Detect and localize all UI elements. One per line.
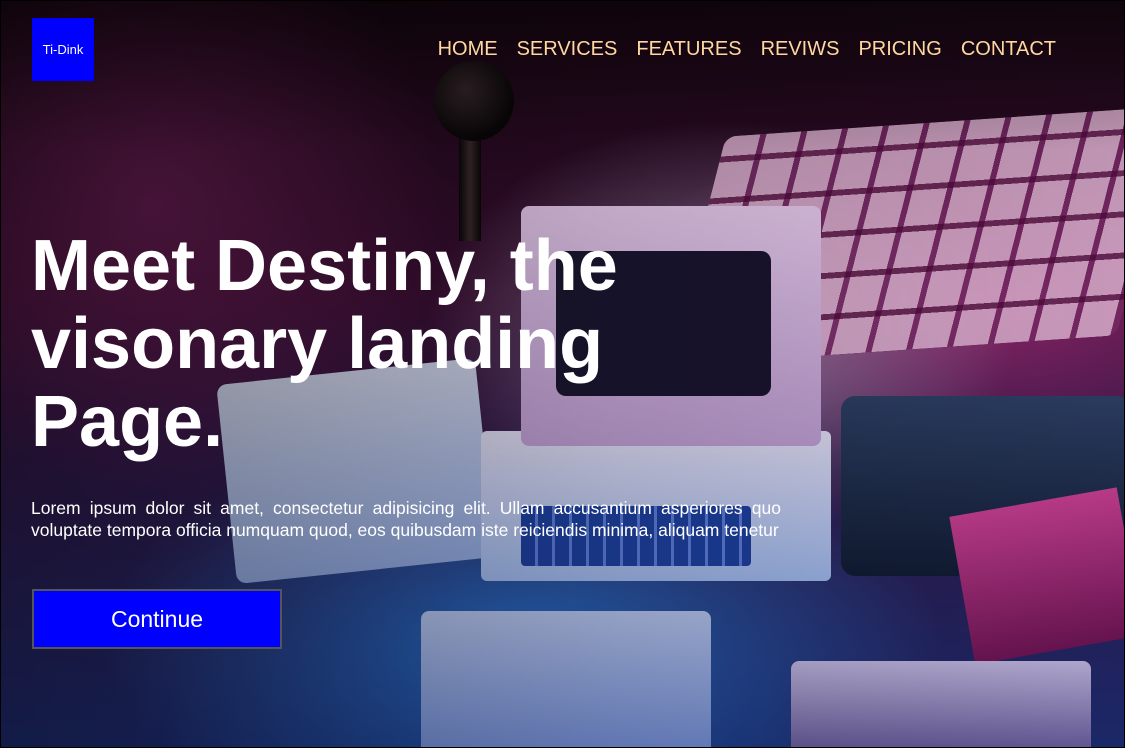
tape-graphic <box>421 611 711 747</box>
hero-paragraph: Lorem ipsum dolor sit amet, consectetur … <box>31 498 781 540</box>
joystick-graphic <box>434 61 514 141</box>
nav-item-services[interactable]: SERVICES <box>517 38 618 61</box>
logo-link[interactable]: Ti-Dink <box>32 18 94 81</box>
nav-item-reviews[interactable]: REVIWS <box>761 38 840 61</box>
nav-item-pricing[interactable]: PRICING <box>858 38 941 61</box>
nav-item-contact[interactable]: CONTACT <box>961 38 1056 61</box>
joystick-stick-graphic <box>459 121 481 241</box>
cassette-deck-graphic <box>841 396 1124 576</box>
tape-graphic-2 <box>791 661 1091 747</box>
cartridge-graphic <box>949 487 1124 665</box>
hero-headline: Meet Destiny, the visonary landing Page. <box>31 226 618 462</box>
hero-section: Ti-Dink HOME SERVICES FEATURES REVIWS PR… <box>0 0 1125 748</box>
nav-item-home[interactable]: HOME <box>438 38 498 61</box>
continue-button[interactable]: Continue <box>32 589 282 649</box>
main-nav: HOME SERVICES FEATURES REVIWS PRICING CO… <box>438 38 1056 61</box>
nav-item-features[interactable]: FEATURES <box>636 38 741 61</box>
